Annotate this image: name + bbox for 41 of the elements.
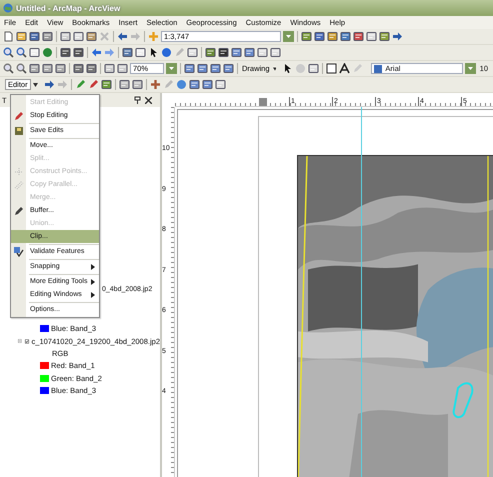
pin-icon[interactable] (134, 96, 141, 104)
window-icon[interactable] (314, 31, 325, 42)
dropdown-icon[interactable] (464, 63, 476, 74)
window-icon[interactable] (340, 31, 351, 42)
font-icon (374, 64, 382, 72)
window-icon[interactable] (327, 31, 338, 42)
ruler-handle[interactable] (259, 98, 267, 106)
pencil-icon (14, 206, 24, 216)
window-title: Untitled - ArcMap - ArcView (16, 4, 120, 12)
square-icon[interactable] (326, 63, 338, 74)
font-color-icon[interactable] (339, 63, 350, 74)
pointer-icon[interactable] (148, 47, 159, 58)
back-icon[interactable] (91, 47, 102, 58)
points-icon (14, 166, 24, 176)
window-icon[interactable] (257, 47, 268, 58)
undo-icon[interactable] (117, 31, 128, 42)
checkbox[interactable] (24, 336, 29, 346)
pencil-icon (14, 110, 24, 120)
parallel-icon (14, 180, 24, 190)
check-icon (14, 246, 24, 256)
move-icon[interactable] (150, 79, 161, 90)
submenu-arrow-icon (91, 292, 95, 298)
window-icon[interactable] (135, 47, 146, 58)
pencil-icon[interactable] (74, 79, 86, 90)
pencil-icon[interactable] (88, 79, 99, 90)
window-icon[interactable] (366, 31, 377, 42)
pointer-icon[interactable] (282, 63, 294, 74)
window-icon[interactable] (187, 47, 198, 58)
globe-icon (3, 3, 13, 13)
submenu-arrow-icon (91, 278, 95, 284)
submenu-arrow-icon (91, 264, 95, 270)
close-icon[interactable] (145, 96, 152, 104)
globe-icon[interactable] (42, 47, 53, 58)
dropdown-icon[interactable] (166, 63, 177, 74)
caret-icon (32, 82, 38, 86)
window-icon[interactable] (353, 31, 364, 42)
play-icon[interactable] (44, 79, 55, 90)
dropdown-icon[interactable] (283, 31, 294, 42)
document-icon[interactable] (3, 31, 14, 42)
caret-icon (272, 66, 276, 70)
window-icon[interactable] (270, 47, 281, 58)
